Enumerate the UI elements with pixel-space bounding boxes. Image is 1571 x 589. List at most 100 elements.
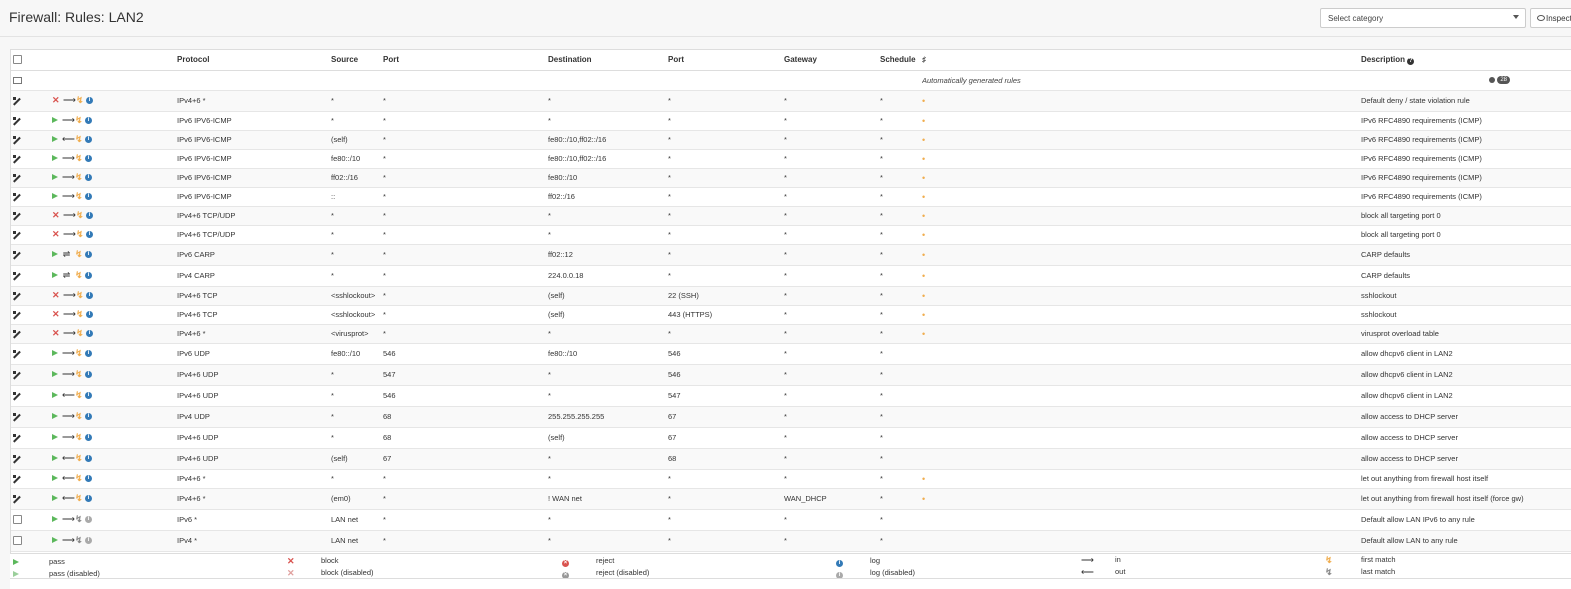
table-row[interactable]: ⟶ ↯ i IPv4+6 UDP * 68 (self) 67 * * allow access t…: [11, 427, 1571, 448]
info-icon[interactable]: i: [85, 349, 92, 357]
info-icon[interactable]: i: [86, 230, 93, 238]
info-icon[interactable]: i: [85, 154, 92, 162]
legend-label: pass (disabled): [49, 569, 100, 578]
inspect-button[interactable]: Inspect: [1530, 8, 1571, 28]
table-row[interactable]: ✕ ⟶ ↯ i IPv4+6 TCP/UDP * * * * * * • block all targe…: [11, 206, 1571, 225]
direction-in-icon: ⟶: [63, 95, 76, 105]
table-row[interactable]: ⟶ ↯ i IPv4 * LAN net * * * * * Default allow LAN t…: [11, 530, 1571, 551]
rule-schedule: *: [880, 154, 883, 163]
rule-category-dot: •: [922, 134, 926, 145]
table-row[interactable]: ✕ ⟶ ↯ i IPv4+6 TCP/UDP * * * * * * • block all targe…: [11, 225, 1571, 244]
table-row[interactable]: ⟶ ↯ i IPv6 IPV6-ICMP:: * ff02::/16 * * * • IPv6 RF…: [11, 187, 1571, 206]
table-row[interactable]: ⟵ ↯ i IPv4+6 * (em0) * ! WAN net * WAN_DHCP * • let…: [11, 488, 1571, 509]
col-source[interactable]: Source: [331, 50, 383, 70]
info-icon[interactable]: i: [85, 391, 92, 399]
auto-rule-icon: [13, 475, 21, 483]
table-row[interactable]: ✕ ⟶ ↯ i IPv4+6 TCP <sshlockout> * (self) 22 (SSH…: [11, 286, 1571, 305]
info-icon[interactable]: i: [85, 536, 92, 544]
info-icon[interactable]: i: [86, 310, 93, 318]
col-source-port[interactable]: Port: [383, 50, 548, 70]
table-row[interactable]: ✕ ⟶ ↯ i IPv4+6 * <virusprot> * * * * * • virusprot o…: [11, 324, 1571, 343]
auto-rule-icon: [13, 292, 21, 300]
rule-gateway: *: [784, 173, 787, 182]
help-icon[interactable]: ?: [1407, 57, 1415, 65]
info-icon[interactable]: i: [85, 370, 92, 378]
table-row[interactable]: ⟶ ↯ i IPv6 UDP fe80::/10 546 fe80::/10 546 * * all…: [11, 343, 1571, 364]
legend-label: pass: [49, 557, 65, 566]
info-icon[interactable]: i: [85, 515, 92, 523]
rule-destination-port: 67: [668, 433, 677, 442]
legend-label: block (disabled): [321, 568, 374, 577]
rule-destination: ff02::12: [548, 250, 573, 259]
col-protocol[interactable]: Protocol: [177, 50, 331, 70]
legend-label: out: [1115, 567, 1126, 576]
rule-destination-port: *: [668, 230, 671, 239]
col-gateway[interactable]: Gateway: [784, 50, 880, 70]
rule-category-dot: •: [922, 473, 926, 484]
rule-destination-port: *: [668, 329, 671, 338]
table-row[interactable]: ⇌ ↯ i IPv4 CARP * * 224.0.0.18 * * * • CARP default…: [11, 265, 1571, 286]
rule-protocol: IPv4+6 *: [177, 474, 206, 483]
info-icon[interactable]: i: [85, 116, 92, 124]
table-row[interactable]: ⟶ ↯ i IPv6 IPV6-ICMP * * * * * * • IPv6 RFC4890 req…: [11, 111, 1571, 130]
row-checkbox[interactable]: [13, 536, 22, 546]
table-row[interactable]: ⟶ ↯ i IPv4+6 UDP * 547 * 546 * * allow dhcpv6 clie…: [11, 364, 1571, 385]
info-icon[interactable]: i: [85, 454, 92, 462]
table-row[interactable]: ⟶ ↯ i IPv6 IPV6-ICMP ff02::/16 * fe80::/10 * * * •…: [11, 168, 1571, 187]
select-all-checkbox[interactable]: [13, 55, 22, 65]
table-row[interactable]: ✕ ⟶ ↯ i IPv4+6 TCP <sshlockout> * (self) 443 (HT…: [11, 305, 1571, 324]
table-row[interactable]: ⟶ ↯ i IPv6 * LAN net * * * * * Default allow LAN I…: [11, 509, 1571, 530]
auto-rule-icon: [13, 434, 21, 442]
table-row[interactable]: ⟵ ↯ i IPv4+6 * * * * * * * • let out anything from …: [11, 469, 1571, 488]
rule-destination-port: *: [668, 116, 671, 125]
category-select[interactable]: Select category: [1320, 8, 1526, 28]
table-row[interactable]: ⟵ ↯ i IPv6 IPV6-ICMP (self) * fe80::/10,ff02::…: [11, 130, 1571, 149]
rule-destination: *: [548, 454, 551, 463]
info-icon[interactable]: i: [85, 474, 92, 482]
col-destination[interactable]: Destination: [548, 50, 668, 70]
rule-category-dot: [922, 509, 1361, 530]
rule-category-dot: •: [922, 309, 926, 320]
rule-destination: fe80::/10,ff02::/16: [548, 154, 607, 163]
direction-in-icon: ⟶: [62, 348, 75, 358]
table-row[interactable]: ✕ ⟶ ↯ i IPv4+6 * * * * * * * • Default deny / state …: [11, 90, 1571, 111]
info-icon[interactable]: i: [85, 494, 92, 502]
table-row[interactable]: ⟵ ↯ i IPv4+6 UDP * 546 * 547 * * allow dhcpv6 clie…: [11, 385, 1571, 406]
table-row[interactable]: ⟵ ↯ i IPv4+6 UDP (self) 67 * 68 * * allow access t…: [11, 448, 1571, 469]
rule-destination: *: [548, 329, 551, 338]
table-row[interactable]: ⟶ ↯ i IPv4 UDP * 68 255.255.255.255 67 * * allow a…: [11, 406, 1571, 427]
group-toggle[interactable]: 28: [1489, 75, 1510, 84]
row-checkbox[interactable]: [13, 515, 22, 525]
rule-source-port: 68: [383, 412, 392, 421]
rule-schedule: *: [880, 211, 883, 220]
category-select-value: Select category: [1328, 14, 1384, 23]
pass-icon: [52, 516, 58, 522]
info-icon[interactable]: i: [86, 96, 93, 104]
info-icon[interactable]: i: [85, 412, 92, 420]
rule-source-port: *: [383, 329, 386, 338]
info-icon[interactable]: i: [85, 271, 92, 279]
rule-source: <sshlockout>: [331, 291, 376, 300]
rule-source: *: [331, 116, 334, 125]
info-icon[interactable]: i: [86, 211, 93, 219]
rule-destination-port: *: [668, 515, 671, 524]
info-icon[interactable]: i: [85, 433, 92, 441]
table-row[interactable]: ⟶ ↯ i IPv6 IPV6-ICMP fe80::/10 * fe80::/10,ff0…: [11, 149, 1571, 168]
col-description[interactable]: Description: [1361, 55, 1405, 64]
block-icon: ✕: [52, 290, 60, 300]
rule-source-port: *: [383, 135, 386, 144]
info-icon[interactable]: i: [85, 135, 92, 143]
rule-protocol: IPv4+6 UDP: [177, 391, 219, 400]
info-icon[interactable]: i: [85, 173, 92, 181]
rule-category-dot: [922, 385, 1361, 406]
info-icon[interactable]: i: [85, 250, 92, 258]
col-destination-port[interactable]: Port: [668, 50, 784, 70]
col-schedule[interactable]: Schedule: [880, 50, 922, 70]
rule-description: let out anything from firewall host itse…: [1361, 494, 1524, 503]
table-row[interactable]: ⇌ ↯ i IPv6 CARP * * ff02::12 * * * • CARP defaults: [11, 244, 1571, 265]
group-row[interactable]: Automatically generated rules 28: [11, 70, 1571, 90]
info-icon[interactable]: i: [85, 192, 92, 200]
match-first-icon: ↯: [76, 290, 84, 300]
info-icon[interactable]: i: [86, 329, 93, 337]
info-icon[interactable]: i: [86, 291, 93, 299]
